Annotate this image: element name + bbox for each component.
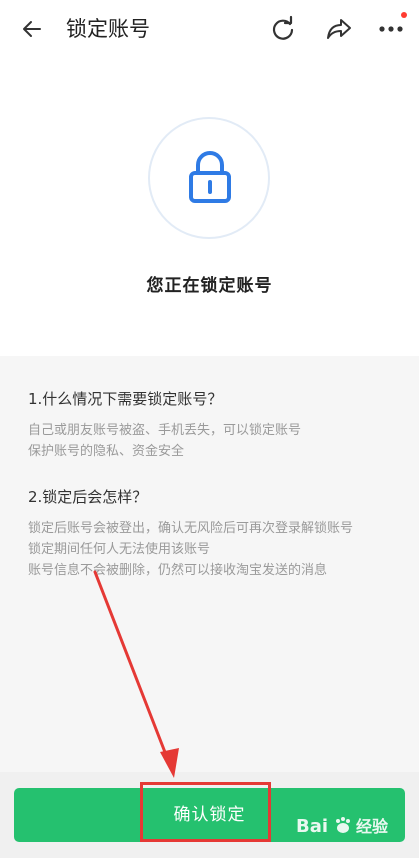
lock-hero: 您正在锁定账号: [0, 58, 419, 356]
share-icon: [327, 19, 351, 39]
question-title-2: 2.锁定后会怎样？: [28, 488, 148, 506]
refresh-icon: [272, 15, 294, 40]
back-button[interactable]: [14, 14, 46, 44]
bottom-bar: 确认锁定: [0, 772, 419, 858]
page-title: 锁定账号: [66, 17, 150, 41]
info-section: 1.什么情况下需要锁定账号？ 自己或朋友账号被盗、手机丢失，可以锁定账号 保护账…: [0, 356, 419, 772]
answer-line: 锁定期间任何人无法使用该账号: [28, 542, 211, 557]
refresh-button[interactable]: [266, 12, 300, 46]
confirm-lock-label: 确认锁定: [173, 805, 246, 825]
lock-status-text: 您正在锁定账号: [146, 276, 273, 296]
answer-line: 账号信息不会被删除，仍然可以接收淘宝发送的消息: [28, 563, 328, 578]
arrow-left-icon: [23, 21, 41, 37]
lock-circle: [148, 117, 270, 239]
header-bar: 锁定账号: [0, 0, 419, 58]
question-title-1: 1.什么情况下需要锁定账号？: [28, 390, 223, 408]
confirm-lock-button[interactable]: 确认锁定: [14, 788, 405, 842]
answer-line: 保护账号的隐私、资金安全: [28, 444, 185, 459]
answer-line: 锁定后账号会被登出，确认无风险后可再次登录解锁账号: [28, 521, 354, 536]
lock-icon: [189, 151, 231, 203]
notification-badge: [401, 12, 407, 18]
share-button[interactable]: [322, 12, 356, 46]
answer-line: 自己或朋友账号被盗、手机丢失，可以锁定账号: [28, 423, 302, 438]
